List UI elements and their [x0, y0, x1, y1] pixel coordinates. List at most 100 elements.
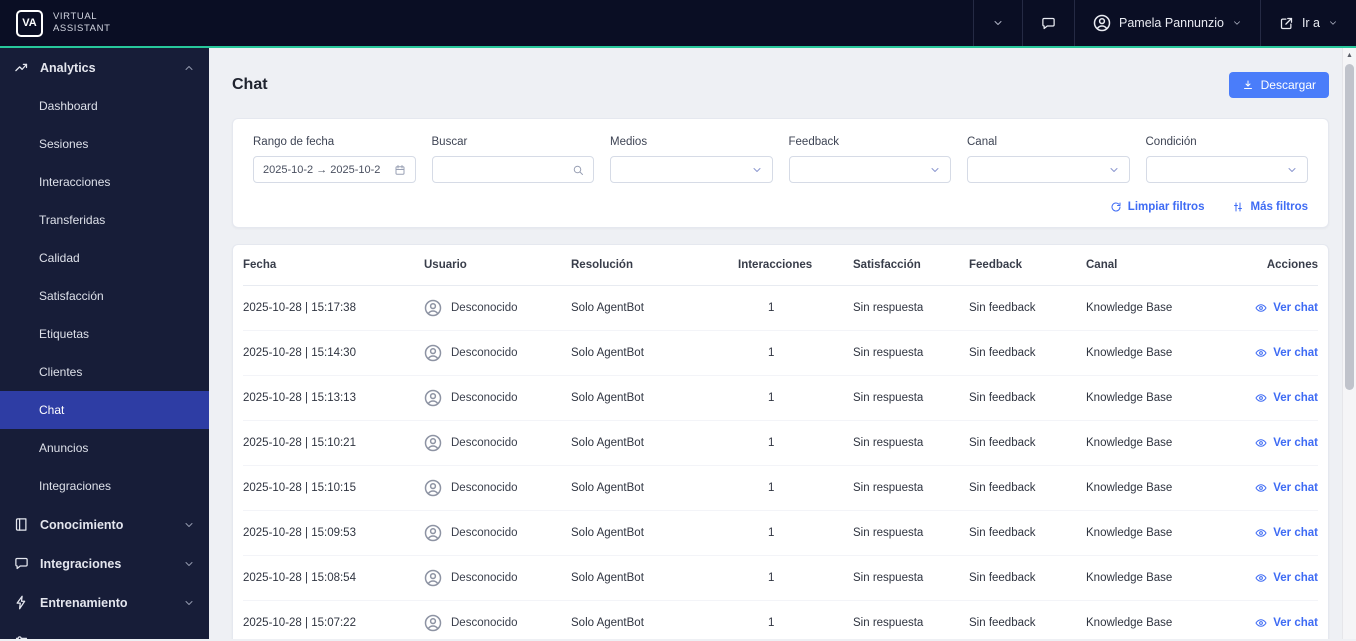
- cell-interacciones: 1: [768, 617, 775, 629]
- sidebar-item[interactable]: Interacciones: [0, 163, 209, 201]
- chevron-down-icon: [1288, 167, 1296, 172]
- sidebar-item-label: Anuncios: [39, 441, 89, 455]
- cell-acciones: Ver chat: [1226, 347, 1318, 359]
- lightning-icon: [16, 595, 26, 610]
- date-range-input[interactable]: 2025-10-2 → 2025-10-2: [253, 156, 416, 183]
- search-label: Buscar: [431, 136, 468, 148]
- ver-chat-label: Ver chat: [1273, 437, 1318, 449]
- cell-fecha: 2025-10-28 | 15:14:30: [243, 347, 356, 359]
- sidebar-item-label: Sesiones: [39, 137, 89, 151]
- ver-chat-link[interactable]: Ver chat: [1255, 392, 1318, 404]
- condicion-label: Condición: [1145, 136, 1197, 148]
- chats-table: Fecha Usuario Resolución Interacciones S…: [232, 244, 1329, 639]
- canal-select[interactable]: [967, 156, 1130, 183]
- messages-button[interactable]: [1022, 0, 1074, 46]
- table-row: 2025-10-28 | 15:08:54 Desconocido Solo A…: [243, 556, 1318, 601]
- chevron-down-icon: [931, 167, 939, 172]
- field-medios: Medios: [610, 136, 773, 183]
- cell-fecha: 2025-10-28 | 15:10:15: [243, 482, 356, 494]
- cell-feedback: Sin feedback: [969, 482, 1036, 494]
- scrollbar[interactable]: ▲: [1342, 48, 1356, 639]
- eye-icon: [1255, 619, 1267, 627]
- ver-chat-link[interactable]: Ver chat: [1255, 617, 1318, 629]
- cell-feedback: Sin feedback: [969, 302, 1036, 314]
- condicion-select[interactable]: [1145, 156, 1308, 183]
- sidebar-item[interactable]: Dashboard: [0, 87, 209, 125]
- ver-chat-label: Ver chat: [1273, 392, 1318, 404]
- ver-chat-label: Ver chat: [1273, 527, 1318, 539]
- user-name: Desconocido: [451, 392, 518, 404]
- clear-filters-button[interactable]: Limpiar filtros: [1110, 201, 1205, 213]
- ver-chat-link[interactable]: Ver chat: [1255, 482, 1318, 494]
- feedback-select[interactable]: [788, 156, 951, 183]
- col-header-resolucion: Resolución: [571, 259, 633, 271]
- col-header-feedback: Feedback: [969, 259, 1023, 271]
- user-menu[interactable]: Pamela Pannunzio: [1074, 0, 1260, 46]
- cell-feedback: Sin feedback: [969, 437, 1036, 449]
- cell-acciones: Ver chat: [1226, 527, 1318, 539]
- sidebar-section-analytics[interactable]: Analytics: [0, 48, 209, 87]
- more-filters-label: Más filtros: [1250, 201, 1308, 213]
- book-icon: [15, 518, 27, 531]
- header-dropdown-button[interactable]: [973, 0, 1022, 46]
- cell-satisfaccion: Sin respuesta: [853, 527, 924, 539]
- ver-chat-link[interactable]: Ver chat: [1255, 347, 1318, 359]
- ver-chat-link[interactable]: Ver chat: [1255, 527, 1318, 539]
- eye-icon: [1255, 304, 1267, 312]
- cell-interacciones: 1: [768, 302, 775, 314]
- user-avatar-icon: [424, 569, 442, 587]
- chevron-down-icon: [185, 522, 193, 527]
- sidebar-item[interactable]: Transferidas: [0, 201, 209, 239]
- date-range-value: 2025-10-2 → 2025-10-2: [263, 163, 381, 176]
- sidebar-item-label: Transferidas: [39, 213, 106, 227]
- sliders-icon: [15, 636, 28, 639]
- user-avatar-icon: [424, 344, 442, 362]
- medios-select[interactable]: [610, 156, 773, 183]
- cell-usuario: Desconocido: [424, 299, 571, 317]
- cell-satisfaccion: Sin respuesta: [853, 437, 924, 449]
- cell-canal: Knowledge Base: [1086, 302, 1173, 314]
- download-button[interactable]: Descargar: [1228, 72, 1329, 98]
- cell-canal: Knowledge Base: [1086, 437, 1173, 449]
- ver-chat-link[interactable]: Ver chat: [1255, 302, 1318, 314]
- chevron-down-icon: [753, 167, 760, 172]
- sidebar-section-entrenamiento[interactable]: Entrenamiento: [0, 583, 209, 622]
- scroll-up-arrow[interactable]: ▲: [1343, 48, 1356, 62]
- sidebar-item[interactable]: Calidad: [0, 239, 209, 277]
- sidebar-item[interactable]: Chat: [0, 391, 209, 429]
- cell-usuario: Desconocido: [424, 479, 571, 497]
- chevron-down-icon: [185, 600, 193, 605]
- cell-feedback: Sin feedback: [969, 572, 1036, 584]
- more-filters-button[interactable]: Más filtros: [1232, 201, 1308, 213]
- ver-chat-link[interactable]: Ver chat: [1255, 437, 1318, 449]
- sidebar-item[interactable]: Sesiones: [0, 125, 209, 163]
- sidebar-item-label: Calidad: [39, 251, 80, 265]
- search-input[interactable]: [441, 163, 572, 176]
- cell-satisfaccion: Sin respuesta: [853, 347, 924, 359]
- sidebar-item[interactable]: Integraciones: [0, 467, 209, 505]
- sidebar-item[interactable]: Anuncios: [0, 429, 209, 467]
- line-chart-icon: [15, 63, 28, 72]
- sidebar-item[interactable]: Etiquetas: [0, 315, 209, 353]
- sidebar-item[interactable]: Satisfacción: [0, 277, 209, 315]
- ver-chat-link[interactable]: Ver chat: [1255, 572, 1318, 584]
- sidebar-section-conocimiento[interactable]: Conocimiento: [0, 505, 209, 544]
- col-header-usuario: Usuario: [424, 259, 467, 271]
- sidebar-section-label: Conocimiento: [40, 517, 124, 532]
- scrollbar-thumb[interactable]: [1345, 64, 1354, 390]
- table-row: 2025-10-28 | 15:10:21 Desconocido Solo A…: [243, 421, 1318, 466]
- sidebar-section-integraciones[interactable]: Integraciones: [0, 544, 209, 583]
- clear-filters-label: Limpiar filtros: [1127, 201, 1205, 213]
- sidebar-item[interactable]: Clientes: [0, 353, 209, 391]
- col-header-interacciones: Interacciones: [738, 259, 813, 271]
- user-name: Desconocido: [451, 347, 518, 359]
- chat-bubble-icon: [15, 557, 28, 570]
- cell-satisfaccion: Sin respuesta: [853, 392, 924, 404]
- cell-resolucion: Solo AgentBot: [571, 617, 644, 629]
- goto-menu[interactable]: Ir a: [1259, 0, 1356, 46]
- cell-usuario: Desconocido: [424, 344, 571, 362]
- app-logo: VA: [16, 9, 43, 37]
- sidebar-section-partial[interactable]: [0, 622, 209, 639]
- medios-label: Medios: [610, 136, 648, 148]
- sidebar-item-label: Chat: [39, 403, 65, 417]
